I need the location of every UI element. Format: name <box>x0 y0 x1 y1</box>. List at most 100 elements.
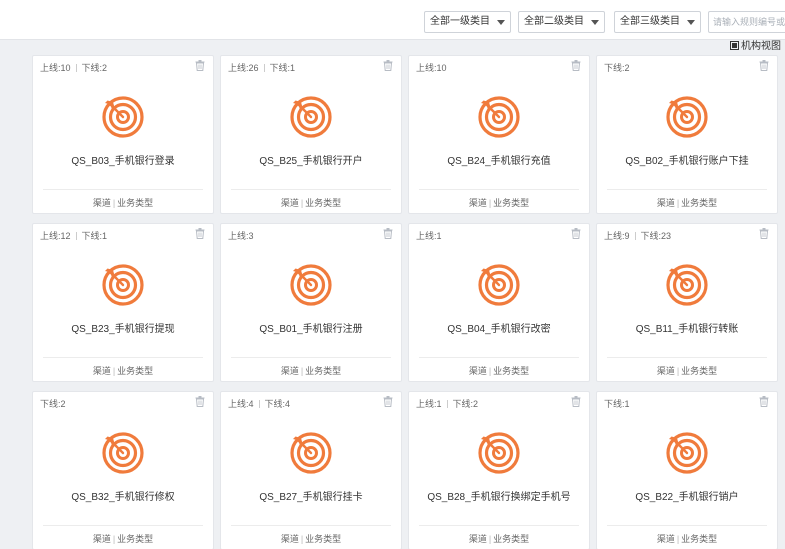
trash-icon[interactable] <box>383 60 393 71</box>
rule-card[interactable]: 上线:12 下线:1 QS_B23_手机银行提现 渠道 | 业务类型 <box>33 224 213 381</box>
card-stats: 下线:2 <box>604 61 630 74</box>
footer-separator: | <box>300 198 304 208</box>
stats-separator <box>75 232 77 240</box>
card-title: QS_B22_手机银行销户 <box>635 492 739 503</box>
card-stat: 下线:1 <box>604 399 630 409</box>
card-channel-label: 渠道 <box>280 366 299 376</box>
card-channel-label: 渠道 <box>92 198 111 208</box>
rule-card[interactable]: 上线:4 下线:4 QS_B27_手机银行挂卡 渠道 | 业务类型 <box>221 392 401 549</box>
trash-icon[interactable] <box>195 228 205 239</box>
chevron-down-icon <box>591 20 599 25</box>
card-divider <box>43 357 203 358</box>
trash-icon[interactable] <box>195 60 205 71</box>
card-stats: 上线:1 下线:2 <box>416 397 478 410</box>
trash-icon[interactable] <box>571 60 581 71</box>
target-icon <box>666 96 708 138</box>
card-stats: 上线:3 <box>228 229 254 242</box>
rule-card[interactable]: 下线:2 QS_B32_手机银行修权 渠道 | 业务类型 <box>33 392 213 549</box>
rule-card[interactable]: 上线:10 QS_B24_手机银行充值 渠道 | 业务类型 <box>409 56 589 213</box>
card-channel-label: 渠道 <box>92 534 111 544</box>
card-divider <box>43 189 203 190</box>
card-footer: 渠道 | 业务类型 <box>221 532 401 545</box>
card-title: QS_B27_手机银行挂卡 <box>259 492 363 503</box>
trash-icon[interactable] <box>383 228 393 239</box>
trash-icon[interactable] <box>759 228 769 239</box>
card-stats: 上线:10 <box>416 61 447 74</box>
target-icon <box>290 432 332 474</box>
card-divider <box>43 525 203 526</box>
footer-separator: | <box>676 366 680 376</box>
level1-category-select[interactable]: 全部一级类目 <box>424 11 511 33</box>
trash-icon[interactable] <box>571 228 581 239</box>
card-footer: 渠道 | 业务类型 <box>221 196 401 209</box>
rule-card[interactable]: 上线:3 QS_B01_手机银行注册 渠道 | 业务类型 <box>221 224 401 381</box>
trash-icon[interactable] <box>383 396 393 407</box>
target-icon <box>290 264 332 306</box>
rule-card[interactable]: 上线:1 下线:2 QS_B28_手机银行换绑定手机号 渠道 | 业务类型 <box>409 392 589 549</box>
card-divider <box>419 357 579 358</box>
card-stat: 下线:2 <box>40 399 66 409</box>
card-biz-type-label: 业务类型 <box>117 198 154 208</box>
card-stat: 下线:23 <box>640 231 672 241</box>
card-title: QS_B02_手机银行账户下挂 <box>625 156 749 167</box>
trash-icon[interactable] <box>571 396 581 407</box>
target-icon <box>478 264 520 306</box>
level2-category-select[interactable]: 全部二级类目 <box>518 11 605 33</box>
card-footer: 渠道 | 业务类型 <box>33 532 213 545</box>
target-icon <box>666 432 708 474</box>
card-channel-label: 渠道 <box>468 366 487 376</box>
footer-separator: | <box>676 534 680 544</box>
card-footer: 渠道 | 业务类型 <box>33 196 213 209</box>
target-icon <box>666 264 708 306</box>
card-stat: 上线:10 <box>40 63 71 73</box>
card-channel-label: 渠道 <box>656 534 675 544</box>
card-divider <box>607 525 767 526</box>
card-divider <box>419 189 579 190</box>
card-biz-type-label: 业务类型 <box>305 366 342 376</box>
card-footer: 渠道 | 业务类型 <box>597 364 777 377</box>
card-stat: 下线:4 <box>264 399 291 409</box>
target-icon <box>290 96 332 138</box>
card-footer: 渠道 | 业务类型 <box>409 196 589 209</box>
stats-separator <box>258 400 260 408</box>
card-title: QS_B32_手机银行修权 <box>71 492 175 503</box>
level2-category-value: 全部二级类目 <box>524 16 584 27</box>
search-input[interactable] <box>708 11 785 33</box>
rule-card[interactable]: 上线:10 下线:2 QS_B03_手机银行登录 渠道 | 业务类型 <box>33 56 213 213</box>
stats-separator <box>446 400 448 408</box>
card-stat: 下线:2 <box>452 399 479 409</box>
rule-card[interactable]: 上线:9 下线:23 QS_B11_手机银行转账 渠道 | 业务类型 <box>597 224 777 381</box>
rule-card[interactable]: 下线:2 QS_B02_手机银行账户下挂 渠道 | 业务类型 <box>597 56 777 213</box>
card-footer: 渠道 | 业务类型 <box>597 532 777 545</box>
trash-icon[interactable] <box>759 396 769 407</box>
card-title: QS_B24_手机银行充值 <box>447 156 551 167</box>
org-view-label: 机构视图 <box>741 41 781 52</box>
rule-card[interactable]: 上线:26 下线:1 QS_B25_手机银行开户 渠道 | 业务类型 <box>221 56 401 213</box>
card-stat: 下线:1 <box>81 231 108 241</box>
card-channel-label: 渠道 <box>468 198 487 208</box>
card-stats: 上线:9 下线:23 <box>604 229 671 242</box>
trash-icon[interactable] <box>759 60 769 71</box>
card-stat: 上线:1 <box>416 399 442 409</box>
card-footer: 渠道 | 业务类型 <box>597 196 777 209</box>
card-stat: 下线:2 <box>604 63 630 73</box>
org-view-toggle[interactable]: 机构视图 <box>730 41 781 55</box>
card-biz-type-label: 业务类型 <box>117 534 154 544</box>
org-view-icon <box>730 41 739 50</box>
level3-category-select[interactable]: 全部三级类目 <box>614 11 701 33</box>
rule-card[interactable]: 下线:1 QS_B22_手机银行销户 渠道 | 业务类型 <box>597 392 777 549</box>
card-channel-label: 渠道 <box>468 534 487 544</box>
trash-icon[interactable] <box>195 396 205 407</box>
card-footer: 渠道 | 业务类型 <box>409 532 589 545</box>
card-footer: 渠道 | 业务类型 <box>409 364 589 377</box>
card-biz-type-label: 业务类型 <box>305 534 342 544</box>
card-divider <box>231 525 391 526</box>
footer-separator: | <box>300 366 304 376</box>
rule-card[interactable]: 上线:1 QS_B04_手机银行改密 渠道 | 业务类型 <box>409 224 589 381</box>
target-icon <box>102 264 144 306</box>
card-stats: 上线:10 下线:2 <box>40 61 107 74</box>
chevron-down-icon <box>497 20 505 25</box>
card-stats: 上线:26 下线:1 <box>228 61 295 74</box>
card-footer: 渠道 | 业务类型 <box>33 364 213 377</box>
stats-separator <box>263 64 265 72</box>
